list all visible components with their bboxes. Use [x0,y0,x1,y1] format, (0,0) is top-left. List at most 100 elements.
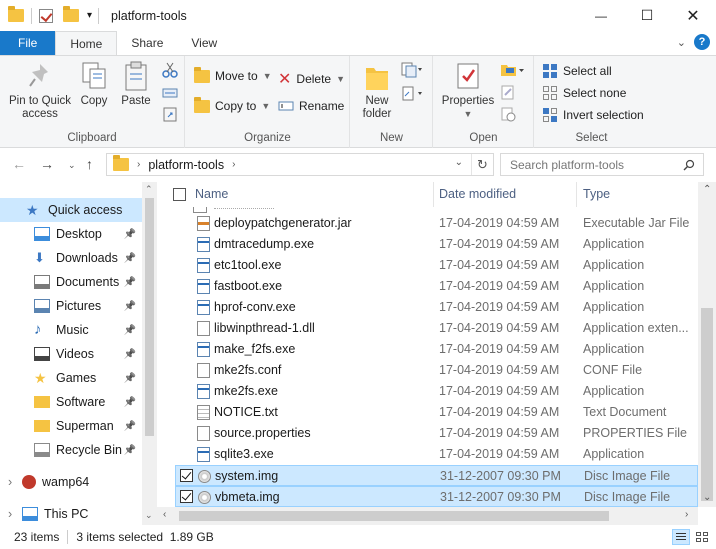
sidebar-item-games[interactable]: ★ Games 📌 [0,366,142,390]
delete-button[interactable]: ✕ Delete ▼ [278,69,345,89]
file-date: 17-04-2019 04:59 AM [439,342,560,356]
table-row[interactable]: vbmeta.img 31-12-2007 09:30 PM Disc Image … [175,486,698,507]
sidebar-item-superman[interactable]: Superman 📌 [0,414,142,438]
new-folder-button[interactable]: New folder [357,60,397,121]
easy-access-icon[interactable] [401,86,423,102]
help-icon[interactable]: ? [694,34,710,50]
breadcrumb-chevron-icon[interactable]: › [232,159,235,170]
up-arrow-icon[interactable]: ↑ [86,156,93,172]
select-all-button[interactable]: Select all [542,63,612,79]
selection-summary: 3 items selected 1.89 GB [76,530,214,544]
table-row[interactable]: deploypatchgenerator.jar 17-04-2019 04:59… [175,213,698,234]
breadcrumb-separator-icon[interactable]: › [137,159,140,170]
close-button[interactable]: ✕ [670,0,716,31]
row-checkbox[interactable] [180,469,193,482]
maximize-button[interactable]: ☐ [624,0,670,31]
sidebar-item-quick-access[interactable]: ★ Quick access [0,198,142,222]
history-icon[interactable] [500,106,516,122]
breadcrumb-current[interactable]: platform-tools [148,158,224,172]
sidebar-item-this-pc[interactable]: This PC › [0,502,142,525]
copy-button[interactable]: Copy [78,60,110,108]
title-bar: ▾ platform-tools — ☐ ✕ [0,0,716,31]
tab-view[interactable]: View [177,31,231,55]
table-row[interactable]: mke2fs.exe 17-04-2019 04:59 AM Application [175,381,698,402]
table-row[interactable]: dmtracedump.exe 17-04-2019 04:59 AM Applic… [175,234,698,255]
edit-icon[interactable] [500,84,516,100]
file-list-vscrollbar[interactable]: ⌃ ⌄ [698,182,716,507]
file-list-hscrollbar[interactable]: ‹ › [157,507,698,525]
copy-path-icon[interactable] [162,86,178,100]
select-all-checkbox[interactable] [173,188,186,201]
select-none-button[interactable]: Select none [542,85,626,101]
large-icons-view-icon[interactable] [694,529,710,545]
sidebar-item-wamp64[interactable]: wamp64 › [0,470,142,494]
sidebar-item-downloads[interactable]: ⬇ Downloads 📌 [0,246,142,270]
recent-locations-chevron-icon[interactable]: ⌄ [68,160,76,171]
tab-share[interactable]: Share [117,31,177,55]
table-row[interactable]: mke2fs.conf 17-04-2019 04:59 AM CONF File [175,360,698,381]
scroll-right-icon[interactable]: › [685,509,688,520]
address-dropdown-icon[interactable]: ⌄ [455,157,463,168]
scroll-up-icon[interactable]: ⌃ [703,184,711,195]
expand-chevron-icon[interactable]: › [8,507,12,521]
column-name[interactable]: Name [195,187,228,201]
table-row[interactable]: libwinpthread-1.dll 17-04-2019 04:59 AM Ap… [175,318,698,339]
properties-icon[interactable] [39,8,53,23]
sidebar-item-recycle-bin[interactable]: Recycle Bin 📌 [0,438,142,462]
table-row[interactable]: sqlite3.exe 17-04-2019 04:59 AM Applicatio… [175,444,698,465]
open-icon[interactable] [500,62,526,78]
expand-ribbon-chevron-icon[interactable]: ⌄ [677,36,686,49]
scrollbar-thumb[interactable] [179,511,609,521]
expand-chevron-icon[interactable]: › [8,475,12,489]
back-arrow-icon[interactable]: ← [12,156,26,172]
scroll-left-icon[interactable]: ‹ [163,509,166,520]
paste-button[interactable]: Paste [118,60,154,108]
properties-button[interactable]: Properties ▼ [438,60,498,121]
sort-ascending-icon: ^ [195,182,199,186]
table-row[interactable]: NOTICE.txt 17-04-2019 04:59 AM Text Docume… [175,402,698,423]
details-view-icon[interactable] [672,529,690,545]
file-type: Application [583,300,645,314]
address-bar[interactable]: › platform-tools › ⌄ ↻ [106,153,494,176]
forward-arrow-icon[interactable]: → [40,156,54,172]
sidebar-item-videos[interactable]: Videos 📌 [0,342,142,366]
copy-to-button[interactable]: Copy to ▼ [194,96,270,113]
file-type: Text Document [583,405,667,419]
minimize-button[interactable]: — [578,0,624,31]
search-input[interactable]: Search platform-tools [500,153,704,176]
file-name: mke2fs.exe [214,384,278,398]
column-type[interactable]: Type [583,187,610,201]
cut-icon[interactable] [162,62,178,78]
row-checkbox[interactable] [180,490,193,503]
file-name: mke2fs.conf [214,363,282,377]
table-row[interactable]: etc1tool.exe 17-04-2019 04:59 AM Applicati… [175,255,698,276]
invert-selection-button[interactable]: Invert selection [542,107,644,123]
sidebar-item-music[interactable]: ♪ Music 📌 [0,318,142,342]
table-row[interactable]: hprof-conv.exe 17-04-2019 04:59 AM Applica… [175,297,698,318]
scroll-down-icon[interactable]: ⌄ [145,510,153,521]
refresh-icon[interactable]: ↻ [471,154,493,175]
scroll-down-icon[interactable]: ⌄ [703,492,711,503]
customize-toolbar-chevron-icon[interactable]: ▾ [87,10,92,21]
scrollbar-thumb[interactable] [145,198,154,436]
sidebar-item-desktop[interactable]: Desktop 📌 [0,222,142,246]
table-row[interactable]: source.properties 17-04-2019 04:59 AM PROP… [175,423,698,444]
table-row[interactable]: system.img 31-12-2007 09:30 PM Disc Image … [175,465,698,486]
table-row[interactable]: fastboot.exe 17-04-2019 04:59 AM Applicati… [175,276,698,297]
navigation-scrollbar[interactable]: ⌃ ⌄ [142,182,157,525]
table-row[interactable]: make_f2fs.exe 17-04-2019 04:59 AM Applicat… [175,339,698,360]
scrollbar-thumb[interactable] [701,308,713,501]
tab-home[interactable]: Home [55,31,118,55]
new-folder-icon[interactable] [63,6,79,22]
tab-file[interactable]: File [0,31,56,55]
sidebar-item-documents[interactable]: Documents 📌 [0,270,142,294]
move-to-button[interactable]: Move to ▼ [194,66,272,83]
sidebar-item-software[interactable]: Software 📌 [0,390,142,414]
column-date-modified[interactable]: Date modified [439,187,516,201]
sidebar-item-pictures[interactable]: Pictures 📌 [0,294,142,318]
scroll-up-icon[interactable]: ⌃ [145,184,153,195]
paste-shortcut-icon[interactable] [162,106,178,122]
pin-to-quick-access-button[interactable]: Pin to Quick access [6,60,74,121]
rename-button[interactable]: Rename [278,99,344,113]
new-item-icon[interactable] [401,62,423,78]
